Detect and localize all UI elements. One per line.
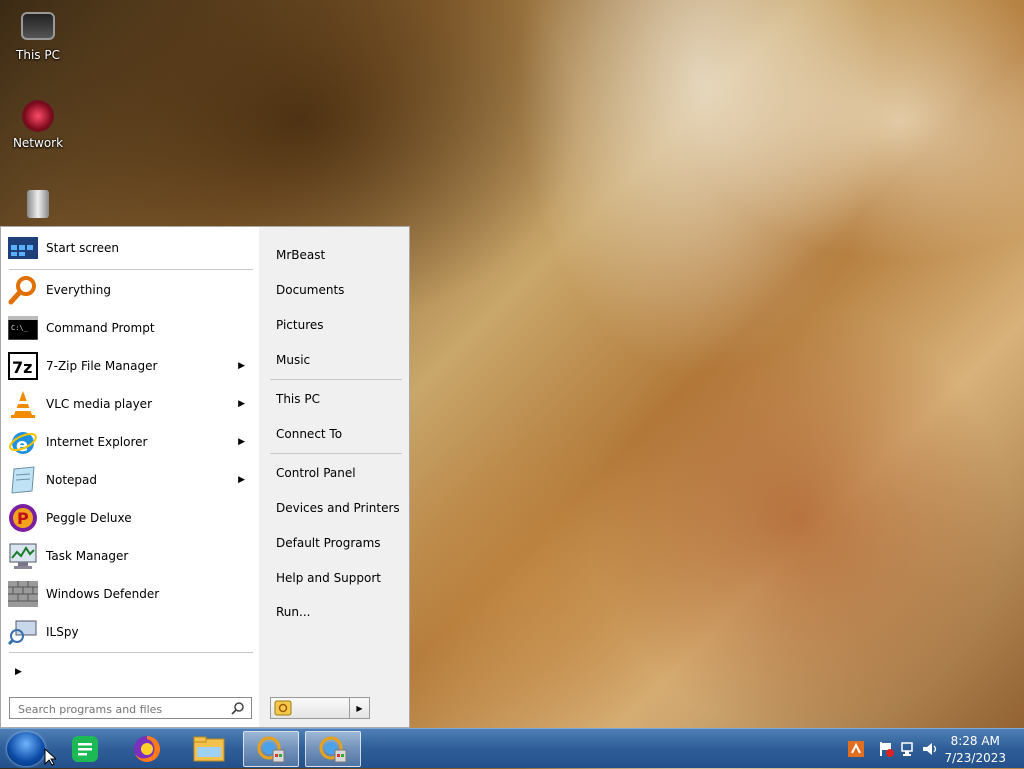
divider: [270, 379, 402, 380]
place-default-programs[interactable]: Default Programs: [276, 536, 381, 550]
start-item-label: Start screen: [46, 241, 120, 255]
start-item-vlc[interactable]: VLC media player ▶: [7, 387, 253, 421]
place-this-pc[interactable]: This PC: [276, 392, 320, 406]
taskbar-app-window-1[interactable]: [243, 731, 299, 767]
search-box[interactable]: [9, 697, 252, 719]
start-item-label: Windows Defender: [46, 587, 160, 601]
start-item-windows-defender[interactable]: Windows Defender: [7, 577, 253, 611]
svg-text:C:\_: C:\_: [11, 324, 29, 332]
7zip-icon: 7z: [7, 350, 39, 382]
start-item-7zip[interactable]: 7z 7-Zip File Manager ▶: [7, 349, 253, 383]
green-notes-icon: [72, 736, 98, 762]
search-icon[interactable]: [231, 701, 245, 715]
magnifier-icon: [7, 274, 39, 306]
start-item-label: Peggle Deluxe: [46, 511, 132, 525]
recycle-bin-icon: [27, 190, 49, 218]
start-item-internet-explorer[interactable]: e Internet Explorer ▶: [7, 425, 253, 459]
clock-date: 7/23/2023: [944, 751, 1006, 765]
start-item-label: VLC media player: [46, 397, 153, 411]
app-window-icon: [257, 736, 285, 763]
action-center-flag-icon[interactable]: [878, 741, 894, 757]
taskbar-app-notes[interactable]: [57, 731, 113, 767]
start-button[interactable]: [7, 732, 45, 766]
desktop-icon-network[interactable]: Network: [0, 100, 76, 150]
peggle-icon: P: [7, 502, 39, 534]
start-item-task-manager[interactable]: Task Manager: [7, 539, 253, 573]
task-manager-icon: [7, 540, 39, 572]
place-run[interactable]: Run...: [276, 605, 310, 619]
taskbar-app-window-2[interactable]: [305, 731, 361, 767]
all-programs-arrow-icon[interactable]: ▶: [15, 667, 22, 677]
start-item-peggle[interactable]: P Peggle Deluxe: [7, 501, 253, 535]
divider: [9, 652, 253, 653]
svg-text:P: P: [17, 509, 29, 528]
place-documents[interactable]: Documents: [276, 283, 344, 297]
start-item-command-prompt[interactable]: C:\_ Command Prompt: [7, 311, 253, 345]
computer-icon: [21, 12, 55, 40]
svg-text:7z: 7z: [12, 358, 32, 377]
vlc-cone-icon: [7, 388, 39, 420]
start-item-label: ILSpy: [46, 625, 79, 639]
ilspy-icon: [7, 616, 39, 648]
app-tray-icon[interactable]: [848, 741, 864, 757]
place-control-panel[interactable]: Control Panel: [276, 466, 356, 480]
shutdown-button[interactable]: [270, 697, 350, 719]
start-menu: Start screen Everything C:\_ Command Pro…: [0, 226, 410, 728]
folder-icon: [193, 736, 225, 762]
desktop-icon-recycle-bin[interactable]: [0, 190, 76, 222]
place-help-support[interactable]: Help and Support: [276, 571, 381, 585]
submenu-arrow-icon: ▶: [238, 361, 245, 371]
desktop-icon-this-pc[interactable]: This PC: [0, 8, 76, 62]
taskbar-app-firefox[interactable]: [119, 731, 175, 767]
place-connect-to[interactable]: Connect To: [276, 427, 342, 441]
divider: [270, 453, 402, 454]
network-tray-icon[interactable]: [900, 741, 916, 757]
system-tray: 8:28 AM 7/23/2023: [844, 729, 1024, 769]
start-item-label: Task Manager: [46, 549, 129, 563]
start-item-label: Everything: [46, 283, 111, 297]
shutdown-options-arrow-icon[interactable]: ▶: [350, 697, 370, 719]
app-window-icon: [319, 736, 347, 763]
start-menu-places-pane: MrBeast Documents Pictures Music This PC…: [259, 227, 409, 727]
desktop-icon-label: Network: [12, 136, 64, 150]
place-pictures[interactable]: Pictures: [276, 318, 324, 332]
internet-explorer-icon: e: [7, 426, 39, 458]
start-item-ilspy[interactable]: ILSpy: [7, 615, 253, 649]
network-icon: [22, 100, 54, 132]
mouse-cursor-icon: [44, 748, 56, 766]
start-screen-icon: [7, 232, 39, 264]
command-prompt-icon: C:\_: [7, 312, 39, 344]
search-input[interactable]: [16, 699, 230, 719]
power-icon: [274, 700, 292, 716]
place-user-folder[interactable]: MrBeast: [276, 248, 325, 262]
submenu-arrow-icon: ▶: [238, 399, 245, 409]
taskbar-app-file-explorer[interactable]: [181, 731, 237, 767]
submenu-arrow-icon: ▶: [238, 475, 245, 485]
firefox-icon: [134, 736, 160, 762]
start-item-label: 7-Zip File Manager: [46, 359, 158, 373]
start-item-label: Command Prompt: [46, 321, 155, 335]
notepad-icon: [7, 464, 39, 496]
start-item-notepad[interactable]: Notepad ▶: [7, 463, 253, 497]
taskbar: 8:28 AM 7/23/2023: [0, 728, 1024, 768]
brick-wall-icon: [7, 578, 39, 610]
volume-icon[interactable]: [922, 741, 938, 757]
start-item-start-screen[interactable]: Start screen: [7, 231, 253, 265]
place-devices-printers[interactable]: Devices and Printers: [276, 501, 400, 515]
clock-time: 8:28 AM: [950, 734, 1000, 748]
desktop-icon-label: This PC: [16, 48, 60, 62]
divider: [9, 269, 253, 270]
submenu-arrow-icon: ▶: [238, 437, 245, 447]
start-item-everything[interactable]: Everything: [7, 273, 253, 307]
place-music[interactable]: Music: [276, 353, 310, 367]
clock[interactable]: 8:28 AM 7/23/2023: [944, 733, 1006, 767]
start-item-label: Notepad: [46, 473, 97, 487]
start-item-label: Internet Explorer: [46, 435, 148, 449]
start-menu-programs-pane: Start screen Everything C:\_ Command Pro…: [1, 227, 259, 727]
